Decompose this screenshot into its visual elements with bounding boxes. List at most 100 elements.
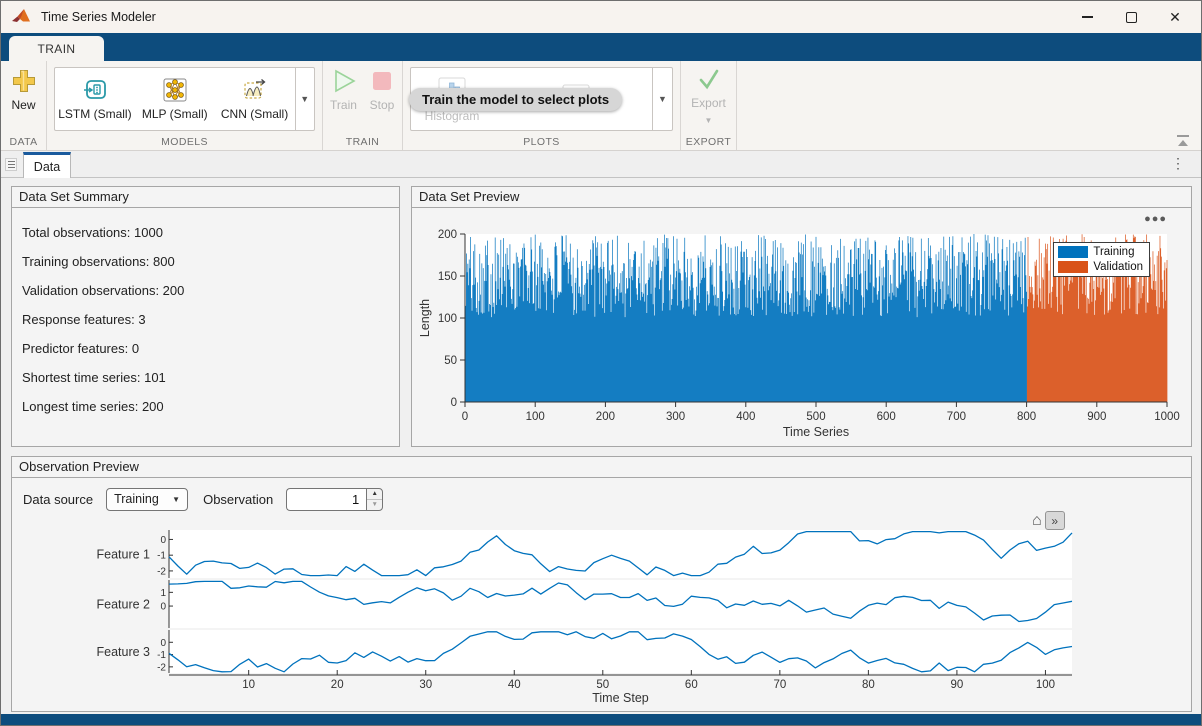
close-icon: ✕ — [1169, 9, 1181, 26]
model-cnn-label: CNN (Small) — [221, 107, 288, 121]
model-lstm-small[interactable]: LSTM (Small) — [55, 68, 135, 130]
svg-text:1: 1 — [160, 588, 166, 599]
legend-training-label: Training — [1093, 246, 1134, 258]
svg-text:-2: -2 — [157, 662, 166, 673]
svg-text:Feature 1: Feature 1 — [96, 548, 150, 562]
summary-longest-series: Longest time series: 200 — [22, 399, 389, 414]
chevron-down-icon: ▼ — [705, 116, 713, 125]
svg-text:-1: -1 — [157, 650, 166, 661]
maximize-button[interactable] — [1109, 1, 1153, 33]
model-lstm-label: LSTM (Small) — [58, 107, 131, 121]
stop-icon — [369, 68, 395, 94]
svg-text:0: 0 — [160, 535, 166, 546]
ribbon-tabstrip: TRAIN — [1, 33, 1201, 61]
observation-preview-chart: 0-1-2Feature 110Feature 20-1-2Feature 31… — [17, 525, 1092, 711]
chart-legend: Training Validation — [1053, 242, 1150, 277]
observation-controls: Data source Training ▼ Observation 1 ▲ ▼ — [23, 487, 383, 511]
titlebar: Time Series Modeler ✕ — [1, 1, 1201, 33]
ribbon-section-models: LSTM (Small) — [47, 61, 323, 150]
spinner-down-button[interactable]: ▼ — [367, 499, 382, 510]
plots-gallery-dropdown[interactable]: ▼ — [652, 68, 672, 130]
stop-button[interactable]: Stop — [369, 68, 395, 112]
section-label-models: MODELS — [47, 136, 322, 148]
new-button[interactable]: New — [1, 68, 46, 112]
collapse-ribbon-button[interactable] — [1175, 135, 1191, 147]
svg-text:100: 100 — [438, 313, 457, 325]
model-mlp-small[interactable]: MLP (Small) — [135, 68, 215, 130]
observation-input[interactable]: 1 — [286, 488, 366, 511]
svg-text:700: 700 — [947, 411, 966, 423]
section-label-plots: PLOTS — [403, 136, 680, 148]
tab-data[interactable]: Data — [23, 152, 71, 178]
more-options-icon[interactable]: ⋮ — [1171, 155, 1185, 172]
section-label-export: EXPORT — [681, 136, 736, 148]
svg-text:300: 300 — [666, 411, 685, 423]
new-plus-icon — [11, 68, 37, 94]
svg-text:0: 0 — [462, 411, 468, 423]
model-cnn-small[interactable]: CNN (Small) — [215, 68, 295, 130]
export-button[interactable]: Export ▼ — [681, 68, 736, 125]
models-gallery: LSTM (Small) — [54, 67, 315, 131]
models-gallery-dropdown[interactable]: ▼ — [295, 68, 315, 130]
ribbon-section-train: Train Stop TRAIN — [323, 61, 403, 150]
data-set-preview-panel: Data Set Preview ●●● 0501001502000100200… — [411, 186, 1192, 447]
svg-text:20: 20 — [331, 679, 344, 691]
model-mlp-label: MLP (Small) — [142, 107, 208, 121]
svg-text:Feature 2: Feature 2 — [96, 598, 150, 612]
train-button-label: Train — [330, 98, 357, 112]
svg-text:900: 900 — [1087, 411, 1106, 423]
close-button[interactable]: ✕ — [1153, 1, 1197, 33]
window-controls: ✕ — [1065, 1, 1197, 33]
new-button-label: New — [11, 98, 35, 112]
training-swatch — [1058, 246, 1088, 258]
spinner-down-icon: ▼ — [371, 501, 377, 508]
chevron-down-icon: ▼ — [300, 94, 309, 104]
summary-predictor-features: Predictor features: 0 — [22, 341, 389, 356]
svg-text:70: 70 — [773, 679, 786, 691]
spinner-buttons: ▲ ▼ — [366, 488, 383, 511]
data-source-label: Data source — [23, 492, 93, 507]
summary-validation-observations: Validation observations: 200 — [22, 283, 389, 298]
ribbon: New DATA LSTM (Small) — [1, 61, 1201, 151]
svg-text:150: 150 — [438, 271, 457, 283]
svg-text:800: 800 — [1017, 411, 1036, 423]
summary-training-observations: Training observations: 800 — [22, 254, 389, 269]
ribbon-section-export: Export ▼ EXPORT — [681, 61, 737, 150]
legend-item-training: Training — [1058, 246, 1143, 258]
ribbon-tab-train[interactable]: TRAIN — [9, 36, 104, 61]
train-play-icon — [331, 68, 357, 94]
svg-text:100: 100 — [1036, 679, 1055, 691]
svg-text:200: 200 — [596, 411, 615, 423]
data-source-select[interactable]: Training ▼ — [106, 488, 188, 511]
svg-text:40: 40 — [508, 679, 521, 691]
data-set-summary-panel: Data Set Summary Total observations: 100… — [11, 186, 400, 447]
preview-panel-title: Data Set Preview — [412, 187, 1191, 208]
chevron-down-icon: ▼ — [172, 495, 180, 504]
plots-tooltip: Train the model to select plots — [409, 88, 622, 111]
legend-validation-label: Validation — [1093, 261, 1143, 273]
document-tabstrip: Data ⋮ — [1, 151, 1201, 178]
observation-panel-title: Observation Preview — [12, 457, 1191, 478]
validation-swatch — [1058, 261, 1088, 273]
spinner-up-icon: ▲ — [371, 490, 377, 497]
svg-text:80: 80 — [862, 679, 875, 691]
svg-text:50: 50 — [596, 679, 609, 691]
spinner-up-button[interactable]: ▲ — [367, 489, 382, 499]
svg-text:1000: 1000 — [1154, 411, 1180, 423]
svg-text:200: 200 — [438, 229, 457, 241]
summary-response-features: Response features: 3 — [22, 312, 389, 327]
svg-text:-1: -1 — [157, 551, 166, 562]
svg-text:-2: -2 — [157, 566, 166, 577]
summary-panel-title: Data Set Summary — [12, 187, 399, 208]
svg-text:90: 90 — [951, 679, 964, 691]
minimize-button[interactable] — [1065, 1, 1109, 33]
ribbon-section-plots: Histogram ▼ Train the model to select pl… — [403, 61, 681, 150]
maximize-icon — [1126, 12, 1137, 23]
train-button[interactable]: Train — [330, 68, 357, 112]
export-check-icon — [696, 68, 722, 92]
cnn-model-icon — [242, 78, 268, 102]
panel-menu-button[interactable] — [5, 158, 17, 171]
svg-text:Time Step: Time Step — [592, 691, 649, 705]
matlab-logo-icon — [11, 7, 31, 27]
observation-label: Observation — [203, 492, 273, 507]
